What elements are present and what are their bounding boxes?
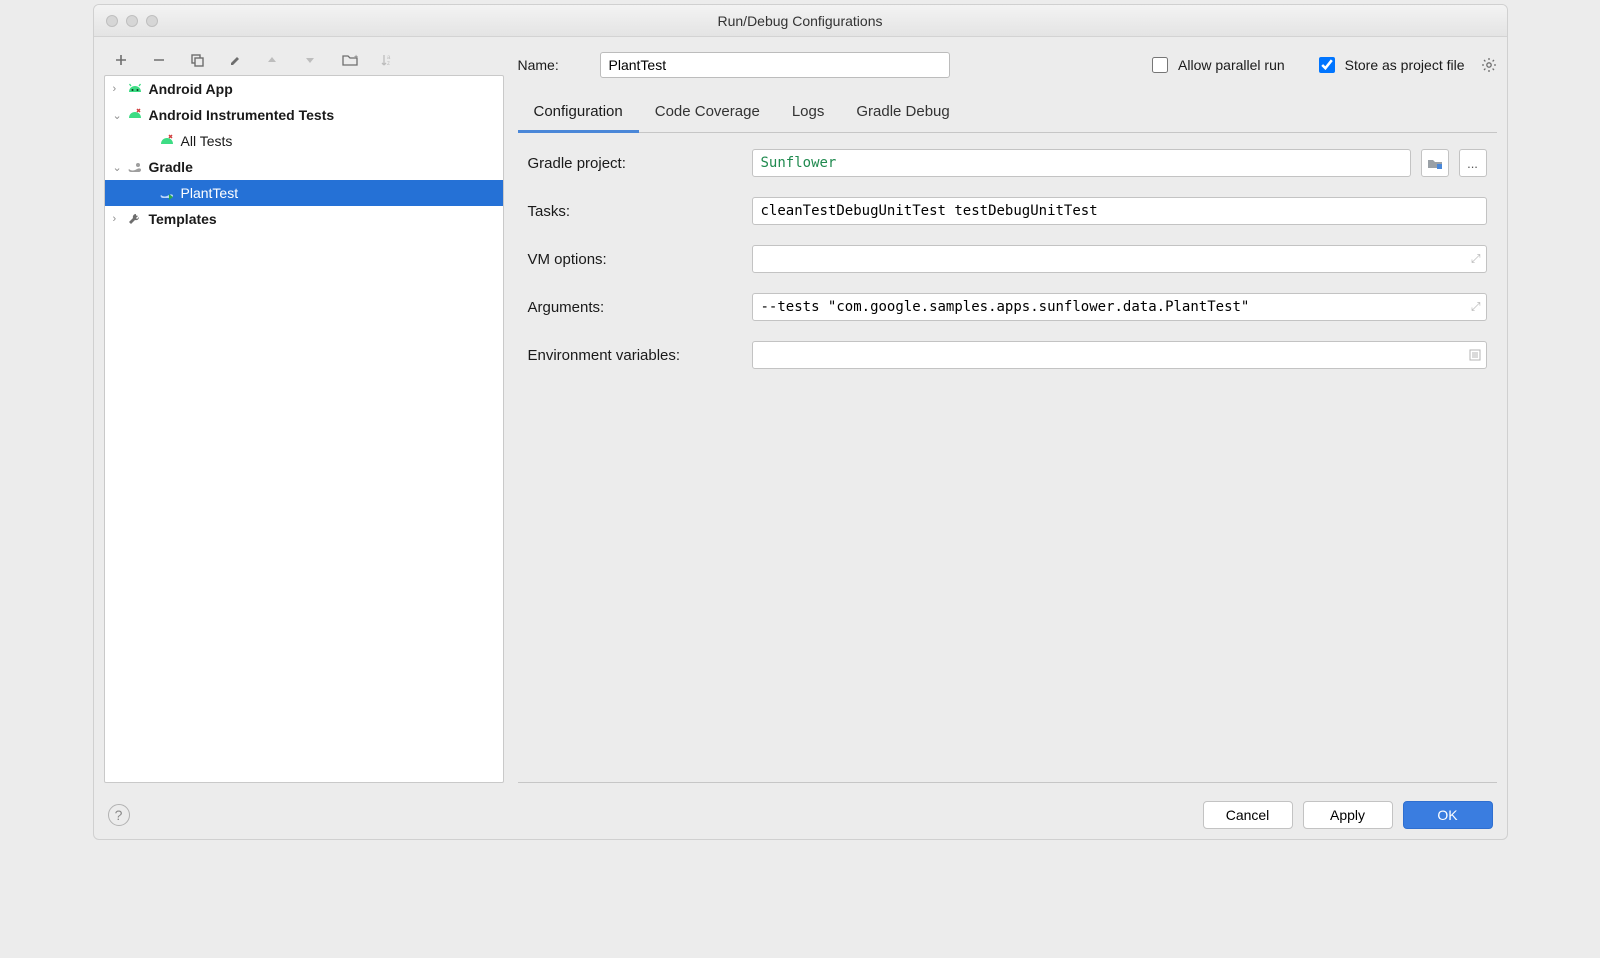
android-test-icon [127,108,147,122]
tree-node-all-tests[interactable]: All Tests [105,128,503,154]
config-tree[interactable]: › Android App ⌄ Android Instrumented Tes… [104,75,504,783]
tab-gradle-debug[interactable]: Gradle Debug [840,95,965,132]
sort-icon[interactable]: az [380,53,398,67]
store-as-project-file-checkbox[interactable]: Store as project file [1315,54,1465,76]
tree-node-android-instrumented-tests[interactable]: ⌄ Android Instrumented Tests [105,102,503,128]
arguments-input[interactable] [752,293,1487,321]
vm-options-input[interactable] [752,245,1487,273]
android-icon [127,82,147,96]
browse-button[interactable]: ... [1459,149,1487,177]
tree-node-templates[interactable]: › Templates [105,206,503,232]
tab-configuration[interactable]: Configuration [518,95,639,133]
window-title: Run/Debug Configurations [718,13,883,29]
tasks-input[interactable] [752,197,1487,225]
gradle-run-icon [159,186,179,200]
env-vars-input[interactable] [752,341,1487,369]
name-label: Name: [518,57,588,73]
tree-node-android-app[interactable]: › Android App [105,76,503,102]
config-toolbar: + az [104,45,504,75]
cancel-button[interactable]: Cancel [1203,801,1293,829]
close-window-button[interactable] [106,15,118,27]
svg-text:z: z [387,61,390,67]
gear-icon[interactable] [1481,57,1497,73]
name-input[interactable] [600,52,950,78]
apply-button[interactable]: Apply [1303,801,1393,829]
allow-parallel-run-checkbox-input[interactable] [1152,57,1168,73]
wrench-icon [127,212,147,226]
move-down-icon[interactable] [304,54,322,66]
move-up-icon[interactable] [266,54,284,66]
copy-config-icon[interactable] [190,53,208,67]
folder-icon[interactable]: + [342,53,360,67]
env-vars-label: Environment variables: [528,347,742,364]
registered-projects-button[interactable] [1421,149,1449,177]
gradle-project-input[interactable] [752,149,1411,177]
run-debug-configurations-window: Run/Debug Configurations [93,4,1508,840]
tree-node-planttest[interactable]: PlantTest [105,180,503,206]
vm-options-label: VM options: [528,251,742,268]
add-config-icon[interactable] [114,53,132,67]
allow-parallel-run-checkbox[interactable]: Allow parallel run [1148,54,1285,76]
tree-node-gradle[interactable]: ⌄ Gradle [105,154,503,180]
zoom-window-button[interactable] [146,15,158,27]
android-test-icon [159,134,179,148]
configuration-panel: Gradle project: ... Tasks: VM options: ⤢ [518,133,1497,783]
store-as-project-file-checkbox-input[interactable] [1319,57,1335,73]
dialog-footer: ? Cancel Apply OK [94,791,1507,839]
tasks-label: Tasks: [528,203,742,220]
help-button[interactable]: ? [108,804,130,826]
gradle-icon [127,160,147,174]
gradle-project-label: Gradle project: [528,155,742,172]
remove-config-icon[interactable] [152,53,170,67]
config-tabs: Configuration Code Coverage Logs Gradle … [518,95,1497,133]
tab-logs[interactable]: Logs [776,95,841,132]
titlebar: Run/Debug Configurations [94,5,1507,37]
window-controls [106,15,158,27]
tab-code-coverage[interactable]: Code Coverage [639,95,776,132]
minimize-window-button[interactable] [126,15,138,27]
edit-defaults-icon[interactable] [228,53,246,67]
ok-button[interactable]: OK [1403,801,1493,829]
arguments-label: Arguments: [528,299,742,316]
svg-text:+: + [354,54,358,61]
